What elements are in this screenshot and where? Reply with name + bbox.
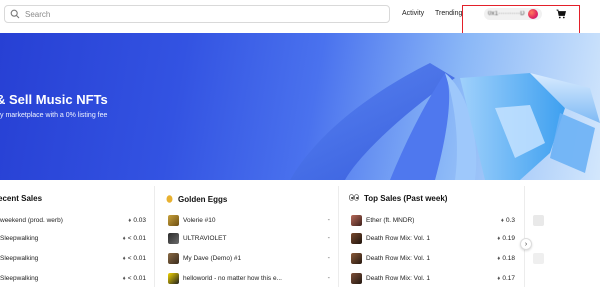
track-thumbnail xyxy=(168,232,179,244)
track-thumbnail xyxy=(168,214,179,226)
list-item[interactable]: Ether (ft. MNDR) ♦ 0.3 xyxy=(341,211,521,229)
list-item[interactable]: helloworld - no matter how this e... - xyxy=(158,269,336,287)
chevron-right-icon: › xyxy=(524,240,528,248)
track-thumbnail xyxy=(533,214,544,226)
search-box[interactable] xyxy=(4,5,390,23)
top-sales-title: Top Sales (Past week) xyxy=(348,194,447,203)
egg-icon xyxy=(166,194,173,205)
eth-icon: ♦ xyxy=(128,217,132,224)
column-divider xyxy=(524,186,525,287)
list-item[interactable]: Volerie #10 - xyxy=(158,211,336,229)
list-item[interactable] xyxy=(527,211,600,229)
list-item[interactable]: My Dave (Demo) #1 - xyxy=(158,249,336,267)
eyes-icon xyxy=(348,194,360,203)
eth-icon: ♦ xyxy=(122,235,126,242)
track-thumbnail xyxy=(533,252,544,264)
list-item[interactable]: Death Row Mix: Vol. 1 ♦ 0.18 xyxy=(341,249,521,267)
hero-artwork xyxy=(290,63,600,180)
column-divider xyxy=(154,186,155,287)
track-thumbnail xyxy=(351,214,362,226)
track-thumbnail xyxy=(351,232,362,244)
track-thumbnail xyxy=(168,272,179,284)
scroll-right-button[interactable]: › xyxy=(520,238,532,250)
eth-icon: ♦ xyxy=(497,255,501,262)
eth-icon: ♦ xyxy=(497,235,501,242)
eth-icon: ♦ xyxy=(122,255,126,262)
eth-icon: ♦ xyxy=(497,275,501,282)
golden-eggs-title: Golden Eggs xyxy=(166,194,227,205)
hero-banner[interactable]: & Sell Music NFTs y marketplace with a 0… xyxy=(0,33,600,180)
list-item[interactable]: weekend (prod. werb) ♦ 0.03 xyxy=(0,211,152,229)
top-sales-panel: Top Sales (Past week) Ether (ft. MNDR) ♦… xyxy=(341,188,521,287)
eth-icon: ♦ xyxy=(500,217,504,224)
hero-subtitle: y marketplace with a 0% listing fee xyxy=(0,112,108,119)
list-item[interactable]: ULTRAVIOLET - xyxy=(158,229,336,247)
nav-activity-link[interactable]: Activity xyxy=(402,10,424,17)
recent-sales-panel: ecent Sales weekend (prod. werb) ♦ 0.03 S… xyxy=(0,188,152,287)
search-icon xyxy=(10,9,20,19)
track-thumbnail xyxy=(168,252,179,264)
recent-sales-title: ecent Sales xyxy=(0,194,43,203)
list-item[interactable]: Death Row Mix: Vol. 1 ♦ 0.17 xyxy=(341,269,521,287)
eth-icon: ♦ xyxy=(122,275,126,282)
next-panel-partial xyxy=(527,188,600,287)
nav-trending-link[interactable]: Trending xyxy=(435,10,462,17)
list-item[interactable]: Sleepwalking ♦ < 0.01 xyxy=(0,269,152,287)
golden-eggs-panel: Golden Eggs Volerie #10 - ULTRAVIOLET - … xyxy=(158,188,336,287)
column-divider xyxy=(338,186,339,287)
list-item[interactable]: Sleepwalking ♦ < 0.01 xyxy=(0,229,152,247)
hero-title: & Sell Music NFTs xyxy=(0,92,108,107)
search-input[interactable] xyxy=(25,9,365,19)
track-thumbnail xyxy=(351,252,362,264)
list-item[interactable]: Sleepwalking ♦ < 0.01 xyxy=(0,249,152,267)
list-item[interactable]: Death Row Mix: Vol. 1 ♦ 0.19 xyxy=(341,229,521,247)
track-thumbnail xyxy=(351,272,362,284)
list-item[interactable] xyxy=(527,249,600,267)
